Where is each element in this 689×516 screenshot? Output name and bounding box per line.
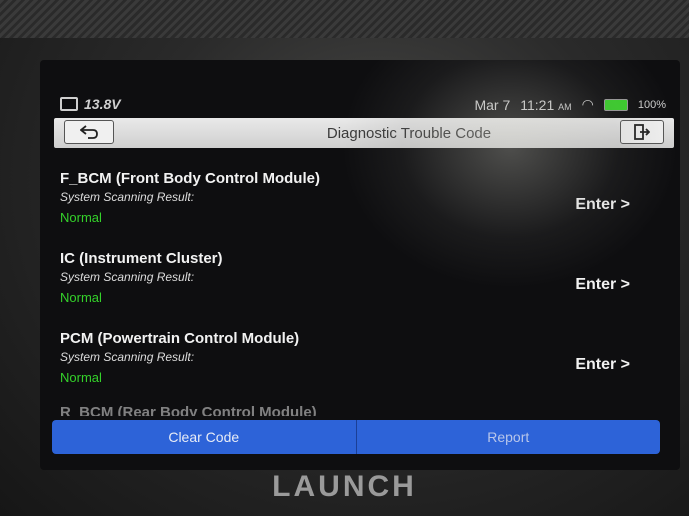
- scan-result: Normal: [60, 210, 102, 225]
- scan-label: System Scanning Result:: [60, 190, 195, 204]
- status-right: Mar 7 11:21 AM ◠ 100%: [474, 96, 666, 113]
- module-name: F_BCM (Front Body Control Module): [60, 170, 320, 187]
- clear-code-button[interactable]: Clear Code: [52, 420, 357, 454]
- brand-logo: LAUNCH: [272, 470, 417, 503]
- status-bar: 13.8V Mar 7 11:21 AM ◠ 100%: [60, 96, 680, 116]
- enter-button[interactable]: Enter >: [575, 276, 630, 294]
- list-item: F_BCM (Front Body Control Module) System…: [60, 158, 660, 238]
- exit-button[interactable]: [620, 120, 664, 144]
- status-left: 13.8V: [60, 96, 121, 112]
- voltage-readout: 13.8V: [84, 96, 121, 112]
- device-bezel: [0, 0, 689, 38]
- enter-button[interactable]: Enter >: [575, 356, 630, 374]
- exit-icon: [634, 124, 650, 140]
- module-list: F_BCM (Front Body Control Module) System…: [60, 158, 660, 416]
- screen: 13.8V Mar 7 11:21 AM ◠ 100% Diagnostic T…: [40, 60, 680, 470]
- module-name: PCM (Powertrain Control Module): [60, 330, 300, 347]
- action-bar: Clear Code Report: [52, 420, 660, 454]
- status-time: 11:21 AM: [520, 97, 571, 113]
- report-button[interactable]: Report: [356, 420, 660, 454]
- module-name: R_BCM (Rear Body Control Module): [60, 404, 317, 416]
- car-battery-icon: [60, 97, 78, 111]
- scan-tool-device: 13.8V Mar 7 11:21 AM ◠ 100% Diagnostic T…: [0, 0, 689, 516]
- list-item: PCM (Powertrain Control Module) System S…: [60, 318, 660, 398]
- wifi-icon: ◠: [581, 96, 594, 112]
- list-item: IC (Instrument Cluster) System Scanning …: [60, 238, 660, 318]
- battery-percent: 100%: [637, 98, 666, 111]
- scan-label: System Scanning Result:: [60, 270, 195, 284]
- scan-result: Normal: [60, 290, 102, 305]
- title-bar: Diagnostic Trouble Code: [54, 118, 674, 148]
- page-title: Diagnostic Trouble Code: [326, 125, 492, 142]
- status-time-value: 11:21: [520, 96, 555, 113]
- module-name: IC (Instrument Cluster): [60, 250, 223, 267]
- scan-result: Normal: [60, 370, 102, 385]
- enter-button[interactable]: Enter >: [575, 196, 630, 214]
- scan-label: System Scanning Result:: [60, 350, 195, 364]
- status-ampm: AM: [558, 101, 572, 112]
- battery-icon: [603, 98, 628, 111]
- list-item: R_BCM (Rear Body Control Module): [60, 398, 660, 416]
- status-date: Mar 7: [474, 96, 511, 113]
